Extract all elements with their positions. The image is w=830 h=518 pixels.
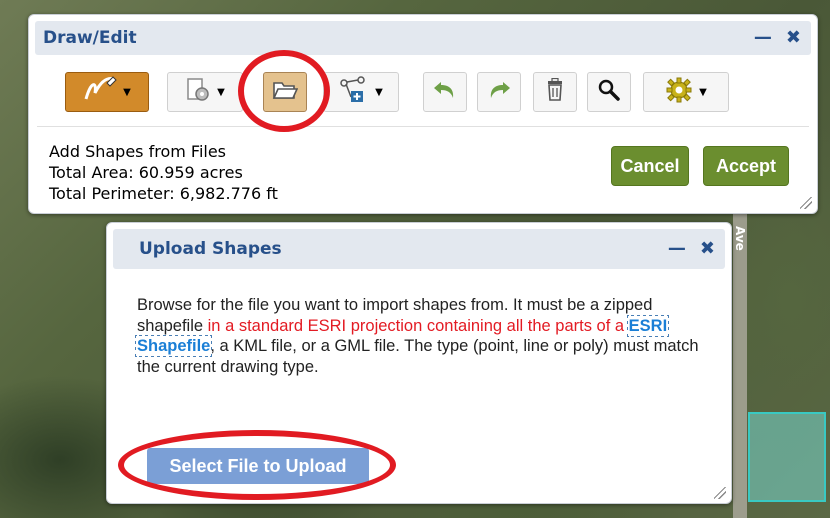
draw-toolbar: ▼ ▼ ▼ ▼ bbox=[37, 61, 809, 127]
undo-button[interactable] bbox=[423, 72, 467, 112]
close-icon[interactable]: ✖ bbox=[786, 29, 801, 47]
upload-shapes-header[interactable]: Upload Shapes — ✖ bbox=[113, 229, 725, 269]
pencil-icon bbox=[83, 75, 117, 109]
cancel-button[interactable]: Cancel bbox=[611, 146, 689, 186]
settings-button[interactable]: ▼ bbox=[643, 72, 729, 112]
chevron-down-icon: ▼ bbox=[123, 86, 131, 98]
panel-title: Draw/Edit bbox=[43, 28, 137, 48]
upload-shapes-panel: Upload Shapes — ✖ Browse for the file yo… bbox=[106, 222, 732, 504]
gear-icon bbox=[665, 76, 693, 108]
draw-edit-header[interactable]: Draw/Edit — ✖ bbox=[35, 21, 811, 55]
accept-button[interactable]: Accept bbox=[703, 146, 789, 186]
search-button[interactable] bbox=[587, 72, 631, 112]
instruction-text-end: , a KML file, or a GML file. The type (p… bbox=[137, 337, 699, 376]
edit-tool-button[interactable]: ▼ bbox=[167, 72, 243, 112]
upload-instructions: Browse for the file you want to import s… bbox=[134, 295, 717, 377]
instruction-space bbox=[624, 317, 629, 335]
node-add-icon bbox=[339, 75, 369, 109]
status-mode: Add Shapes from Files bbox=[49, 142, 227, 161]
redo-arrow-icon bbox=[486, 78, 512, 106]
resize-handle[interactable] bbox=[800, 197, 812, 209]
instruction-highlight: in a standard ESRI projection containing… bbox=[207, 316, 625, 335]
redo-button[interactable] bbox=[477, 72, 521, 112]
draw-edit-panel: Draw/Edit — ✖ ▼ ▼ ▼ ▼ Add Shapes from Fi… bbox=[28, 14, 818, 214]
map-polygon-shape[interactable] bbox=[748, 412, 826, 502]
chevron-down-icon: ▼ bbox=[375, 86, 383, 98]
select-file-button[interactable]: Select File to Upload bbox=[147, 448, 369, 484]
draw-status: Add Shapes from Files Total Area: 60.959… bbox=[49, 141, 278, 204]
road-label: Ave bbox=[733, 225, 747, 251]
open-file-button[interactable] bbox=[263, 72, 307, 112]
undo-arrow-icon bbox=[432, 78, 458, 106]
chevron-down-icon: ▼ bbox=[699, 86, 707, 98]
gear-sheet-icon bbox=[185, 76, 211, 108]
delete-button[interactable] bbox=[533, 72, 577, 112]
magnifier-icon bbox=[597, 78, 621, 106]
folder-icon bbox=[272, 79, 299, 105]
resize-handle[interactable] bbox=[714, 487, 726, 499]
minimize-icon[interactable]: — bbox=[754, 29, 772, 47]
status-area: Total Area: 60.959 acres bbox=[49, 163, 243, 182]
add-vertex-button[interactable]: ▼ bbox=[323, 72, 399, 112]
trash-icon bbox=[545, 77, 565, 106]
panel-title: Upload Shapes bbox=[139, 239, 282, 259]
close-icon[interactable]: ✖ bbox=[700, 240, 715, 258]
chevron-down-icon: ▼ bbox=[217, 86, 225, 98]
draw-tool-button[interactable]: ▼ bbox=[65, 72, 149, 112]
status-perimeter: Total Perimeter: 6,982.776 ft bbox=[49, 184, 278, 203]
minimize-icon[interactable]: — bbox=[668, 240, 686, 258]
